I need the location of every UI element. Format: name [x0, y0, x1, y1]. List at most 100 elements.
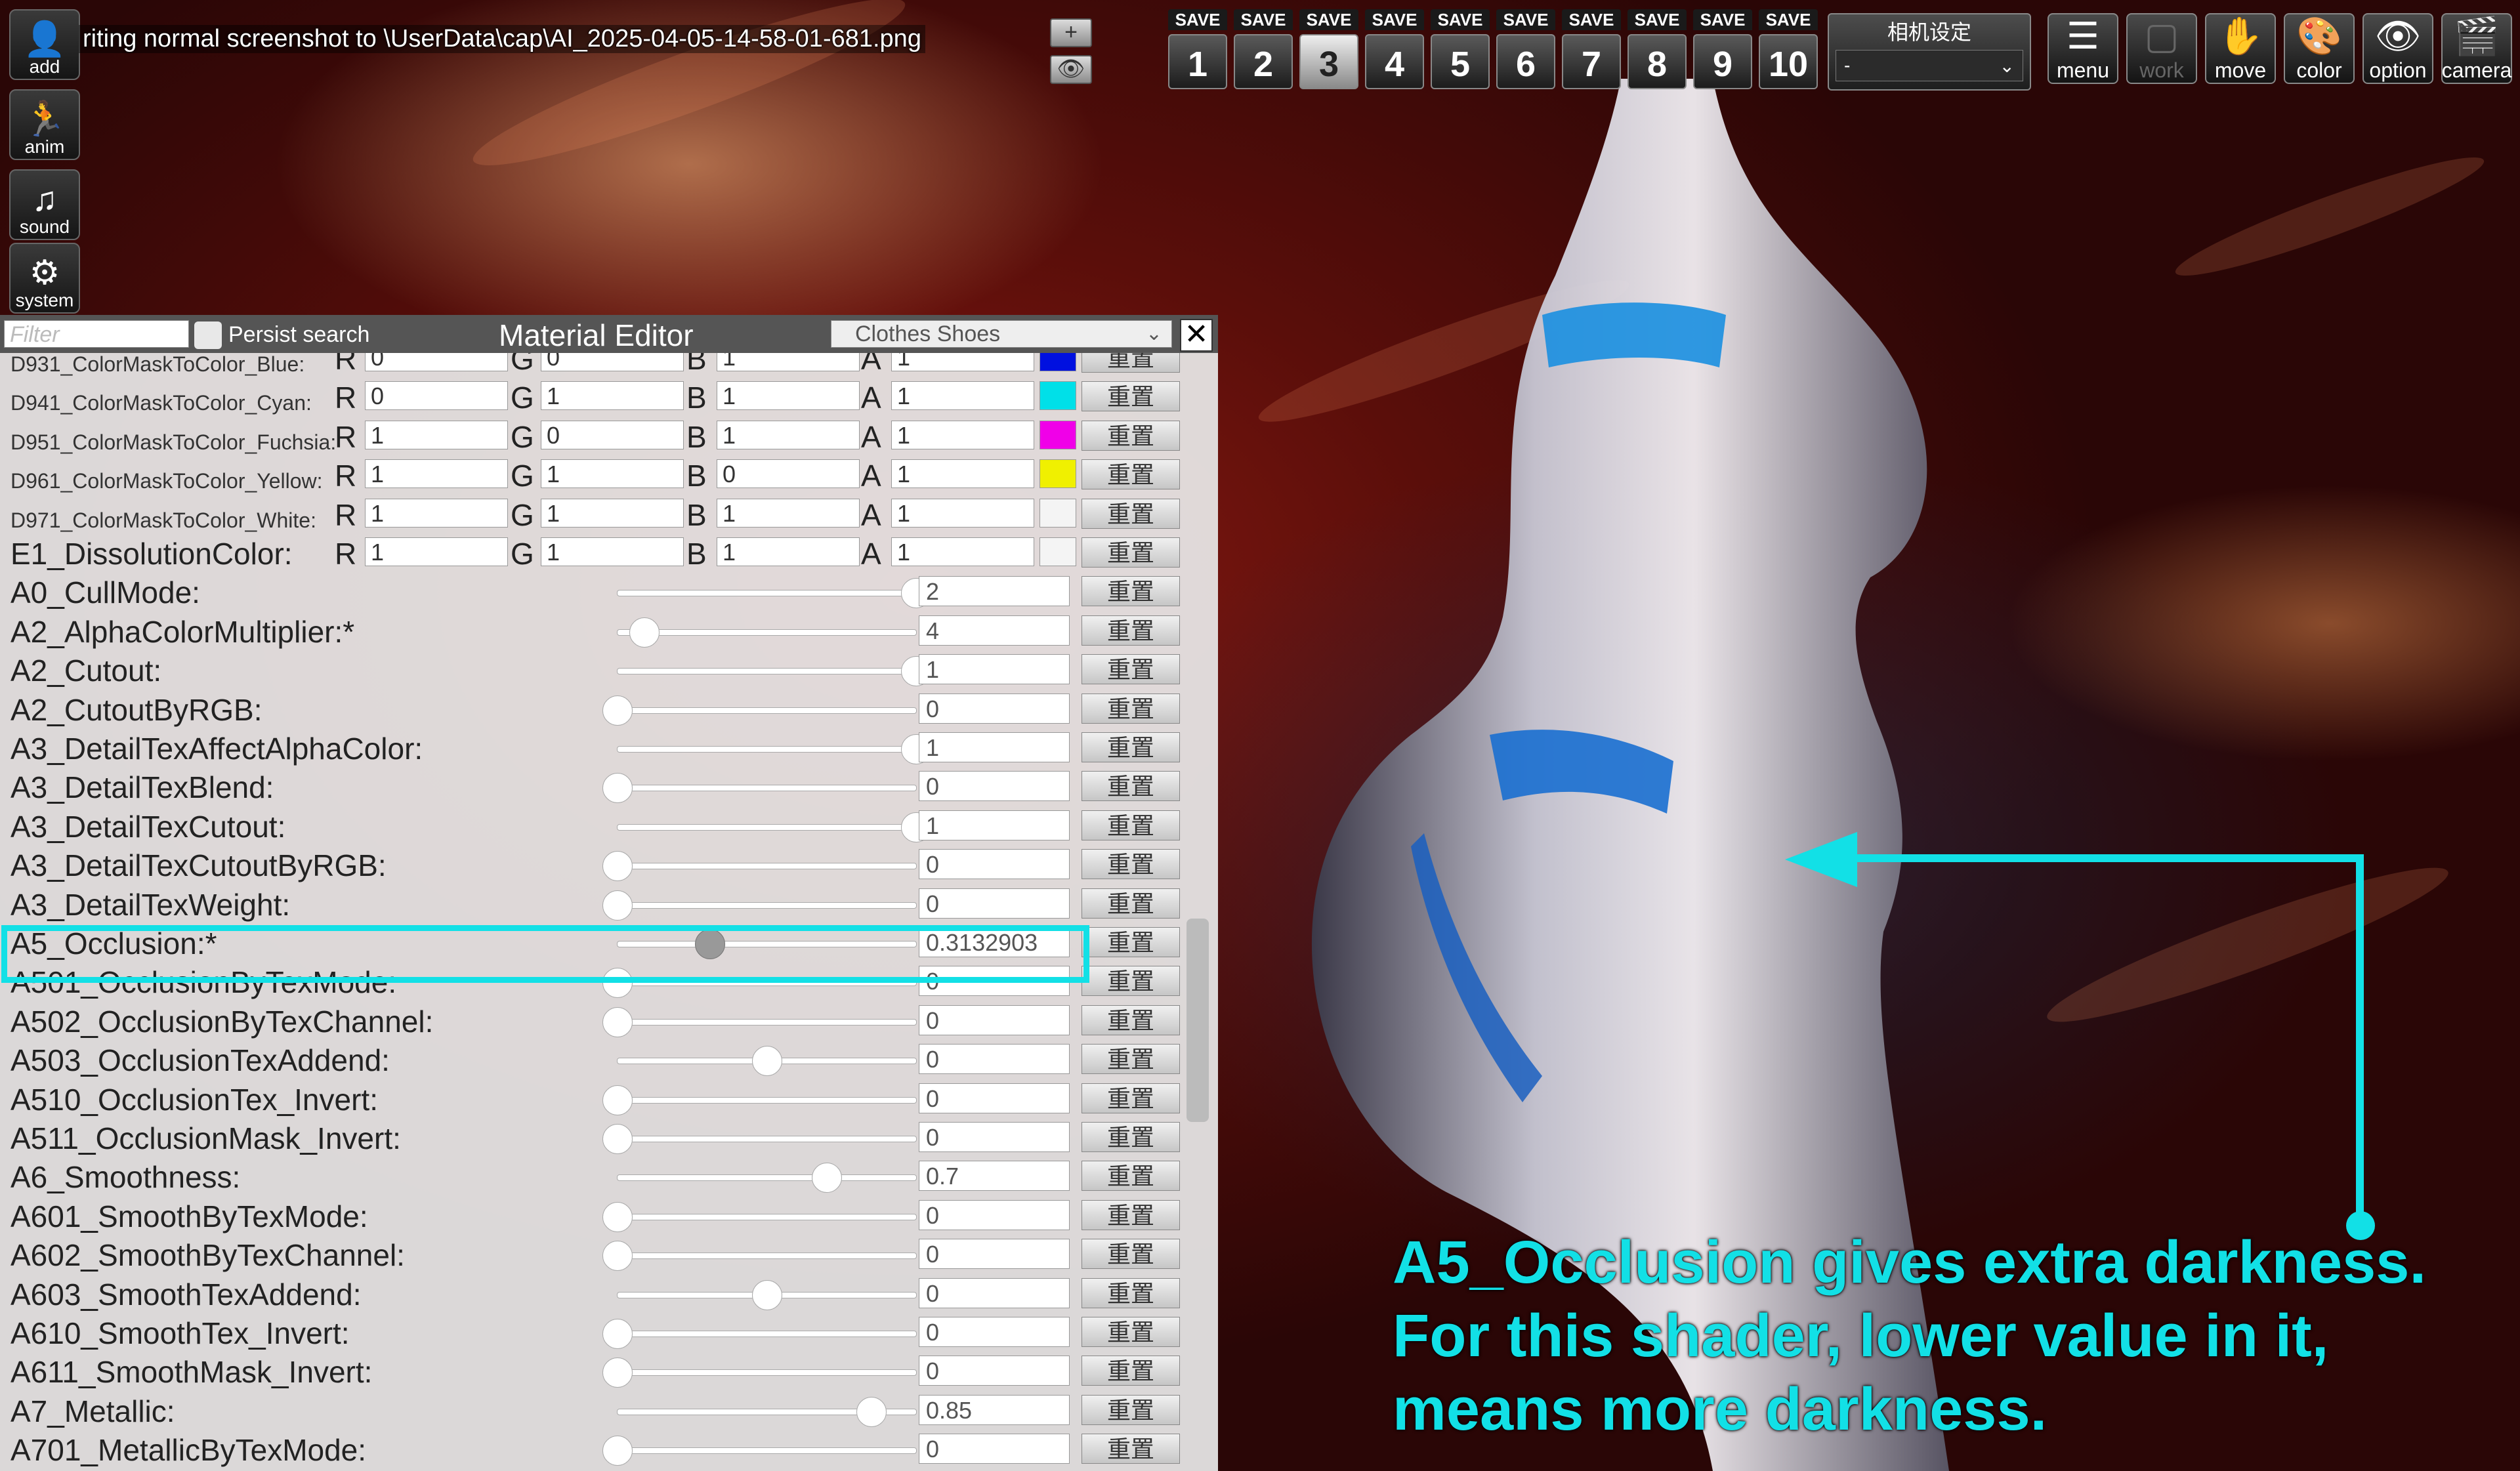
property-slider[interactable] — [617, 617, 917, 648]
channel-value-input[interactable]: 1 — [717, 537, 860, 566]
slider-knob[interactable] — [602, 1319, 633, 1349]
channel-value-input[interactable]: 1 — [717, 420, 860, 449]
reset-button[interactable]: 重置 — [1082, 381, 1180, 412]
property-value-input[interactable]: 0 — [919, 1122, 1070, 1152]
slider-knob[interactable] — [602, 1124, 633, 1154]
reset-button[interactable]: 重置 — [1082, 615, 1180, 646]
reset-button[interactable]: 重置 — [1082, 1317, 1180, 1347]
slider-knob[interactable] — [602, 1357, 633, 1388]
reset-button[interactable]: 重置 — [1082, 1434, 1180, 1464]
reset-button[interactable]: 重置 — [1082, 693, 1180, 724]
property-value-input[interactable]: 0 — [919, 1044, 1070, 1075]
save-slot-9[interactable]: SAVE 9 — [1693, 9, 1752, 92]
color-swatch[interactable] — [1040, 420, 1076, 449]
property-slider[interactable] — [602, 1006, 917, 1037]
property-value-input[interactable]: 1 — [919, 810, 1070, 840]
reset-button[interactable]: 重置 — [1082, 498, 1180, 529]
slider-knob[interactable] — [751, 1046, 782, 1077]
property-value-input[interactable]: 1 — [919, 654, 1070, 685]
camera-settings-dropdown[interactable]: - ⌄ — [1836, 50, 2023, 81]
slider-knob[interactable] — [602, 1085, 633, 1115]
channel-value-input[interactable]: 1 — [541, 537, 684, 566]
channel-value-input[interactable]: 1 — [891, 420, 1034, 449]
plus-button[interactable]: + — [1050, 18, 1092, 47]
slider-knob[interactable] — [602, 890, 633, 921]
property-slider[interactable] — [602, 851, 917, 882]
property-value-input[interactable]: 0 — [919, 1356, 1070, 1386]
slider-knob[interactable] — [602, 1241, 633, 1272]
save-slot-5[interactable]: SAVE 5 — [1431, 9, 1490, 92]
option-button[interactable]: 👁 option — [2362, 13, 2433, 84]
property-slider[interactable] — [602, 1357, 917, 1388]
reset-button[interactable]: 重置 — [1082, 1277, 1180, 1308]
color-button[interactable]: 🎨 color — [2284, 13, 2355, 84]
property-value-input[interactable]: 0 — [919, 693, 1070, 724]
channel-value-input[interactable]: 1 — [891, 353, 1034, 371]
reset-button[interactable]: 重置 — [1082, 1239, 1180, 1270]
save-slot-7[interactable]: SAVE 7 — [1562, 9, 1621, 92]
property-slider[interactable] — [602, 890, 917, 921]
channel-value-input[interactable]: 0 — [365, 381, 508, 411]
reset-button[interactable]: 重置 — [1082, 966, 1180, 997]
property-value-input[interactable]: 0.85 — [919, 1394, 1070, 1425]
close-button[interactable]: ✕ — [1180, 319, 1213, 352]
property-slider[interactable] — [617, 1163, 917, 1193]
camera-button[interactable]: 🎬 camera — [2441, 13, 2512, 84]
slider-knob[interactable] — [751, 1279, 782, 1310]
channel-value-input[interactable]: 0 — [541, 353, 684, 371]
add-button[interactable]: 👤 add — [9, 9, 80, 80]
eye-toggle-button[interactable]: 👁 — [1050, 55, 1092, 84]
channel-value-input[interactable]: 1 — [891, 459, 1034, 489]
reset-button[interactable]: 重置 — [1082, 353, 1180, 373]
channel-value-input[interactable]: 0 — [717, 459, 860, 489]
reset-button[interactable]: 重置 — [1082, 1356, 1180, 1386]
slider-knob[interactable] — [602, 851, 633, 882]
save-slot-2[interactable]: SAVE 2 — [1234, 9, 1293, 92]
slider-knob[interactable] — [602, 1201, 633, 1232]
anim-button[interactable]: 🏃 anim — [9, 89, 80, 160]
reset-button[interactable]: 重置 — [1082, 1005, 1180, 1035]
channel-value-input[interactable]: 1 — [541, 498, 684, 528]
channel-value-input[interactable]: 0 — [541, 420, 684, 449]
property-slider[interactable] — [617, 656, 931, 687]
property-slider[interactable] — [617, 1396, 917, 1427]
property-slider[interactable] — [602, 1436, 917, 1466]
channel-value-input[interactable]: 1 — [365, 459, 508, 489]
slider-knob[interactable] — [856, 1396, 887, 1427]
channel-value-input[interactable]: 1 — [717, 381, 860, 411]
reset-button[interactable]: 重置 — [1082, 459, 1180, 490]
save-slot-1[interactable]: SAVE 1 — [1168, 9, 1227, 92]
channel-value-input[interactable]: 1 — [717, 353, 860, 371]
color-swatch[interactable] — [1040, 498, 1076, 528]
slider-knob[interactable] — [602, 1006, 633, 1037]
property-value-input[interactable]: 0.7 — [919, 1161, 1070, 1191]
property-slider[interactable] — [602, 1241, 917, 1272]
property-value-input[interactable]: 0 — [919, 1005, 1070, 1035]
property-value-input[interactable]: 0 — [919, 888, 1070, 919]
save-slot-6[interactable]: SAVE 6 — [1496, 9, 1555, 92]
property-value-input[interactable]: 0 — [919, 1277, 1070, 1308]
reset-button[interactable]: 重置 — [1082, 1199, 1180, 1230]
property-value-input[interactable]: 0 — [919, 1083, 1070, 1113]
color-swatch[interactable] — [1040, 381, 1076, 411]
slider-knob[interactable] — [602, 1436, 633, 1466]
property-slider[interactable] — [617, 734, 931, 764]
property-value-input[interactable]: 0 — [919, 771, 1070, 802]
channel-value-input[interactable]: 1 — [891, 498, 1034, 528]
reset-button[interactable]: 重置 — [1082, 732, 1180, 762]
reset-button[interactable]: 重置 — [1082, 1083, 1180, 1113]
reset-button[interactable]: 重置 — [1082, 537, 1180, 568]
property-slider[interactable] — [617, 578, 931, 609]
save-slot-10[interactable]: SAVE 10 — [1759, 9, 1818, 92]
color-swatch[interactable] — [1040, 459, 1076, 489]
reset-button[interactable]: 重置 — [1082, 1044, 1180, 1075]
channel-value-input[interactable]: 1 — [717, 498, 860, 528]
property-slider[interactable] — [617, 1279, 917, 1310]
property-value-input[interactable]: 0 — [919, 849, 1070, 880]
property-value-input[interactable]: 0 — [919, 1317, 1070, 1347]
property-slider[interactable] — [602, 1201, 917, 1232]
color-swatch[interactable] — [1040, 537, 1076, 566]
work-button[interactable]: ▢ work — [2126, 13, 2197, 84]
channel-value-input[interactable]: 1 — [365, 537, 508, 566]
color-swatch[interactable] — [1040, 353, 1076, 371]
